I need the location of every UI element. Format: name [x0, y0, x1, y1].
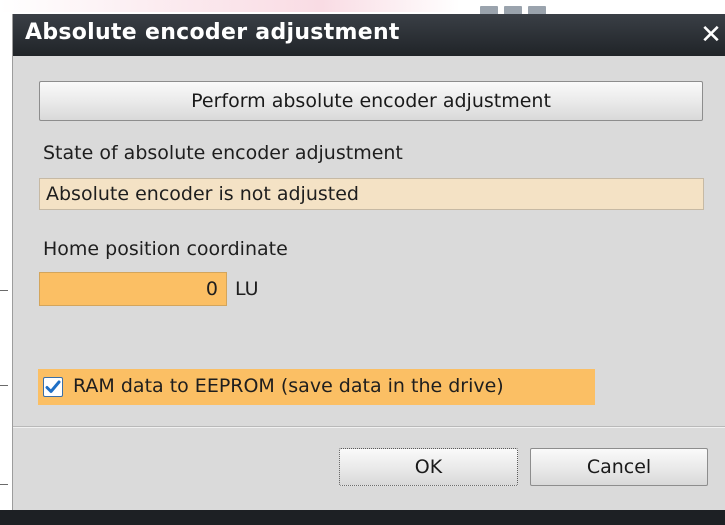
background-tick	[0, 484, 8, 485]
ram-to-eeprom-label: RAM data to EEPROM (save data in the dri…	[73, 375, 504, 397]
background-dark-strip	[0, 510, 725, 525]
perform-adjustment-button[interactable]: Perform absolute encoder adjustment	[39, 81, 703, 121]
absolute-encoder-dialog: Absolute encoder adjustment ✕ Perform ab…	[12, 14, 725, 510]
ok-button[interactable]: OK	[339, 448, 518, 486]
background-tick	[0, 385, 8, 386]
state-field: Absolute encoder is not adjusted	[39, 178, 704, 210]
background-window-strip	[0, 0, 460, 12]
background-tick	[0, 290, 8, 291]
state-label: State of absolute encoder adjustment	[43, 142, 403, 164]
checkmark-icon	[45, 380, 61, 393]
screen: Absolute encoder adjustment ✕ Perform ab…	[0, 0, 725, 525]
cancel-button[interactable]: Cancel	[530, 448, 708, 486]
ram-to-eeprom-checkbox[interactable]	[43, 377, 63, 397]
dialog-title-bar[interactable]: Absolute encoder adjustment ✕	[13, 14, 725, 56]
footer-separator	[13, 426, 725, 428]
close-icon[interactable]: ✕	[696, 20, 725, 50]
home-position-input[interactable]: 0	[39, 272, 227, 306]
dialog-title: Absolute encoder adjustment	[25, 20, 400, 45]
home-position-unit: LU	[235, 278, 259, 300]
home-position-label: Home position coordinate	[43, 238, 288, 260]
background-toolbar-icons	[480, 0, 590, 15]
ram-to-eeprom-row[interactable]: RAM data to EEPROM (save data in the dri…	[38, 369, 595, 405]
